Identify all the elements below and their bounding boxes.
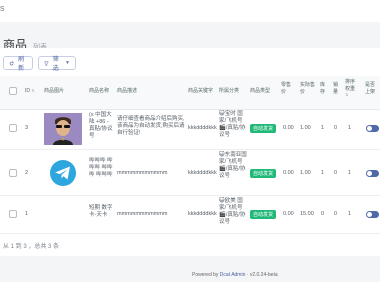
table-header: ID ⇅ 商品图片 商品名称 商品描述 商品关键字 所属分类 商品类型 零售价 … bbox=[0, 76, 380, 110]
shelf-toggle[interactable] bbox=[366, 170, 379, 177]
cell-desc: mmmmmmmmmmm bbox=[117, 211, 168, 217]
cell-name: 哔哔哔 哔哔哔 哔哔哔 哔哔哔 bbox=[89, 158, 113, 178]
refresh-icon bbox=[9, 60, 14, 65]
cell-desc: 请仔细查看商品介绍后购买,该商品为自动发货,购买后请自行验证! bbox=[117, 116, 185, 136]
cell-actual-price: 1.00 bbox=[300, 170, 311, 176]
column-name: 商品名称 bbox=[89, 88, 110, 94]
cell-desc: mmmmmmmmmmm bbox=[117, 170, 168, 176]
cell-keyword: kkkddddkkk bbox=[188, 170, 217, 176]
column-desc: 商品描述 bbox=[117, 88, 138, 94]
navbar-mark: s bbox=[0, 3, 5, 13]
top-navbar: s bbox=[0, 0, 380, 22]
cell-name: 短期 数字卡-天卡 bbox=[89, 205, 113, 218]
powered-prefix: Powered by bbox=[192, 272, 219, 278]
product-image[interactable] bbox=[44, 113, 82, 145]
cell-id: 1 bbox=[25, 211, 29, 217]
row-checkbox[interactable] bbox=[9, 169, 17, 177]
telegram-logo-icon bbox=[44, 157, 82, 189]
cell-id: 2 bbox=[25, 170, 29, 176]
row-checkbox[interactable] bbox=[9, 210, 17, 218]
cell-price: 0.00 bbox=[283, 125, 294, 131]
filter-button[interactable]: 筛选 ▼ bbox=[38, 56, 76, 72]
cell-name: (x 中国大陆 +86 - 真贴/协议号 bbox=[89, 112, 113, 139]
cell-id: 3 bbox=[25, 125, 29, 131]
cell-category: 😺宝时 国家/飞机号🎬/真贴/协议号 bbox=[219, 111, 246, 138]
shelf-toggle[interactable] bbox=[366, 211, 379, 218]
shelf-toggle[interactable] bbox=[366, 125, 379, 132]
cell-stock: 1 bbox=[321, 125, 325, 131]
cell-stock: 1 bbox=[321, 170, 325, 176]
cell-sort[interactable]: 1 bbox=[348, 125, 351, 132]
powered-by-footer: Powered by Dcat Admin · v2.0.24-beta bbox=[192, 272, 278, 278]
refresh-label: 刷新 bbox=[18, 57, 25, 72]
cell-category: 😺欧美 国家/飞机号🎬/真贴/协议号 bbox=[219, 198, 246, 225]
cell-sales: 0 bbox=[334, 211, 338, 217]
cell-stock: 0 bbox=[321, 211, 325, 217]
column-sales: 销量 bbox=[333, 82, 339, 95]
type-badge: 自动发货 bbox=[250, 210, 277, 219]
product-image[interactable] bbox=[44, 157, 82, 189]
sort-icon: ⇅ bbox=[345, 92, 349, 97]
cell-actual-price: 1.00 bbox=[300, 125, 311, 131]
brand-link[interactable]: Dcat Admin bbox=[220, 272, 246, 278]
cell-sales: 0 bbox=[334, 170, 338, 176]
avatar-sunglasses-icon bbox=[44, 113, 82, 145]
cell-category: 😺东南亚国家/飞机号🎬/真贴/协议号 bbox=[219, 152, 247, 179]
version-text: · v2.0.24-beta bbox=[246, 272, 278, 278]
column-stock: 库存 bbox=[320, 82, 326, 95]
column-type: 商品类型 bbox=[250, 88, 271, 94]
chevron-down-icon: ▼ bbox=[65, 60, 70, 66]
pagination-summary: 从 1 到 3 ，总共 3 条 bbox=[3, 244, 60, 250]
table-row: 3 (x 中国大陆 +86 - 真贴/协议号 请仔细查看商品介绍后购买,该商品为… bbox=[0, 110, 380, 150]
filter-label: 筛选 bbox=[52, 57, 59, 72]
select-all-checkbox[interactable] bbox=[9, 87, 17, 95]
column-id[interactable]: ID ⇅ bbox=[25, 88, 35, 95]
column-actual-price: 实际售价 bbox=[300, 82, 316, 95]
cell-keyword: kkkddddkkk bbox=[188, 211, 217, 217]
row-checkbox[interactable] bbox=[9, 124, 17, 132]
refresh-button[interactable]: 刷新 bbox=[3, 56, 33, 72]
cell-sort[interactable]: 1 bbox=[348, 211, 351, 218]
filter-icon bbox=[44, 61, 49, 66]
type-badge: 自动发货 bbox=[250, 169, 277, 178]
type-badge: 自动发货 bbox=[250, 124, 277, 133]
cell-sales: 0 bbox=[334, 125, 338, 131]
column-price: 零售价 bbox=[281, 82, 292, 95]
cell-actual-price: 15.00 bbox=[300, 211, 314, 217]
column-category: 所属分类 bbox=[219, 88, 240, 94]
column-shelf: 是否上架 bbox=[365, 82, 376, 95]
cell-keyword: kkkddddkkk bbox=[188, 125, 217, 131]
sort-icon: ⇅ bbox=[31, 88, 35, 93]
cell-price: 0.00 bbox=[283, 170, 294, 176]
cell-sort[interactable]: 1 bbox=[348, 170, 351, 177]
column-image: 商品图片 bbox=[44, 88, 65, 94]
column-keyword: 商品关键字 bbox=[188, 88, 214, 94]
table-row: 2 哔哔哔 哔哔哔 哔哔哔 哔哔哔 mmmmmmmmmmm kkkddddkkk… bbox=[0, 150, 380, 196]
column-sort[interactable]: 排序权重 ⇅ bbox=[345, 79, 359, 99]
table-row: 1 短期 数字卡-天卡 mmmmmmmmmmm kkkddddkkk 😺欧美 国… bbox=[0, 196, 380, 234]
cell-price: 0.00 bbox=[283, 211, 294, 217]
